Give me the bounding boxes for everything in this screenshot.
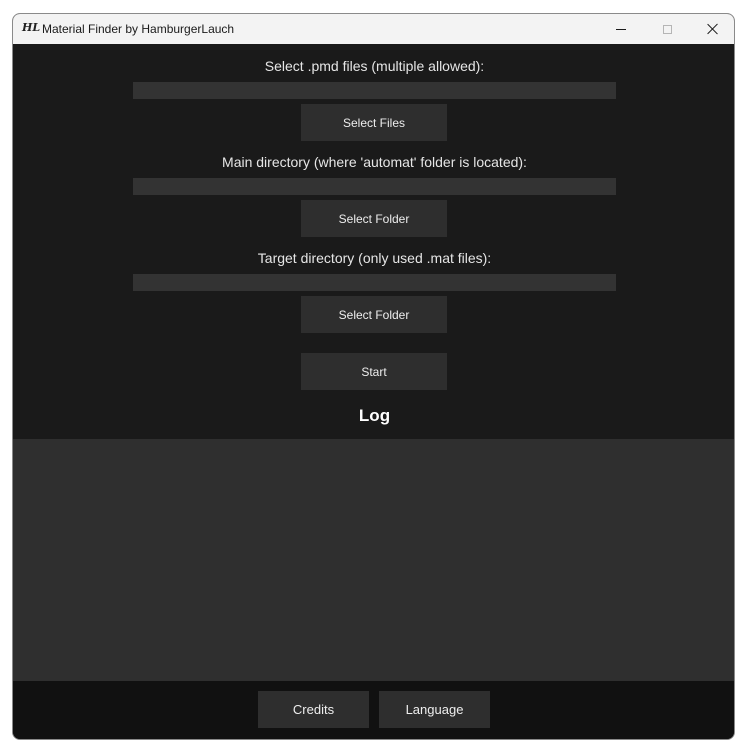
credits-button[interactable]: Credits [258,691,369,728]
maximize-button[interactable] [644,14,690,44]
app-window: HL Material Finder by HamburgerLauch Sel… [12,13,735,740]
minimize-button[interactable] [598,14,644,44]
close-icon [707,23,719,35]
main-directory-input[interactable] [133,178,616,195]
log-heading: Log [358,406,391,425]
log-textbox[interactable] [13,439,734,681]
footer-bar: Credits Language [13,681,734,739]
app-logo-icon: HL [22,21,41,34]
target-directory-label: Target directory (only used .mat files): [257,250,492,266]
minimize-icon [616,28,626,30]
main-directory-label: Main directory (where 'automat' folder i… [222,154,527,170]
target-directory-input[interactable] [133,274,616,291]
window-title: Material Finder by HamburgerLauch [42,22,235,36]
maximize-icon [662,24,672,34]
pmd-files-input[interactable] [133,82,616,99]
language-button[interactable]: Language [379,691,490,728]
select-files-button[interactable]: Select Files [301,104,447,141]
start-button[interactable]: Start [301,353,447,390]
title-bar[interactable]: HL Material Finder by HamburgerLauch [13,14,734,44]
close-button[interactable] [690,14,734,44]
pmd-files-label: Select .pmd files (multiple allowed): [264,58,485,74]
select-target-folder-button[interactable]: Select Folder [301,296,447,333]
select-main-folder-button[interactable]: Select Folder [301,200,447,237]
